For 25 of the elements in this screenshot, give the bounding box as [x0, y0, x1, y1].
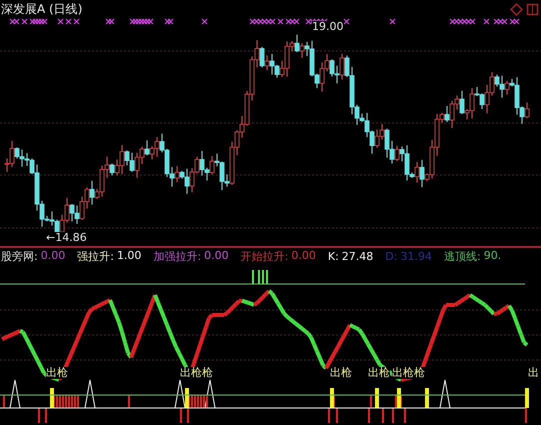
legend-label: D: [385, 250, 398, 263]
price-label: 19.00 [312, 21, 344, 33]
legend-label: 加强拉升: [153, 249, 202, 264]
signal-label: 出枪枪 [180, 367, 213, 379]
signal-label: 出枪 [330, 367, 352, 379]
signal-label: 出 [528, 367, 539, 379]
signal-label: 出枪 [46, 367, 68, 379]
price-label: ←14.86 [46, 232, 87, 244]
legend-value: 90. [484, 249, 502, 264]
legend-value: 31.94 [400, 250, 432, 263]
legend-value: 27.48 [342, 250, 374, 263]
signal-label: 出枪枪 [392, 367, 425, 379]
signal-label: 出枪 [368, 367, 390, 379]
legend-value: 0.00 [204, 249, 229, 264]
legend-value: 0.00 [40, 249, 66, 264]
legend-label: 开始拉升: [240, 249, 288, 264]
legend-value: 1.00 [116, 249, 142, 264]
legend-label: K: [328, 250, 339, 263]
legend-label: 强拉升: [77, 249, 114, 264]
diamond-icon [510, 2, 523, 16]
square-icon [526, 2, 539, 16]
chart-title: 深发展A (日线) [0, 0, 82, 18]
legend-label: 逃顶线: [444, 249, 481, 264]
legend-value: 0.00 [291, 249, 316, 264]
legend-label: 股旁网: [1, 249, 38, 264]
